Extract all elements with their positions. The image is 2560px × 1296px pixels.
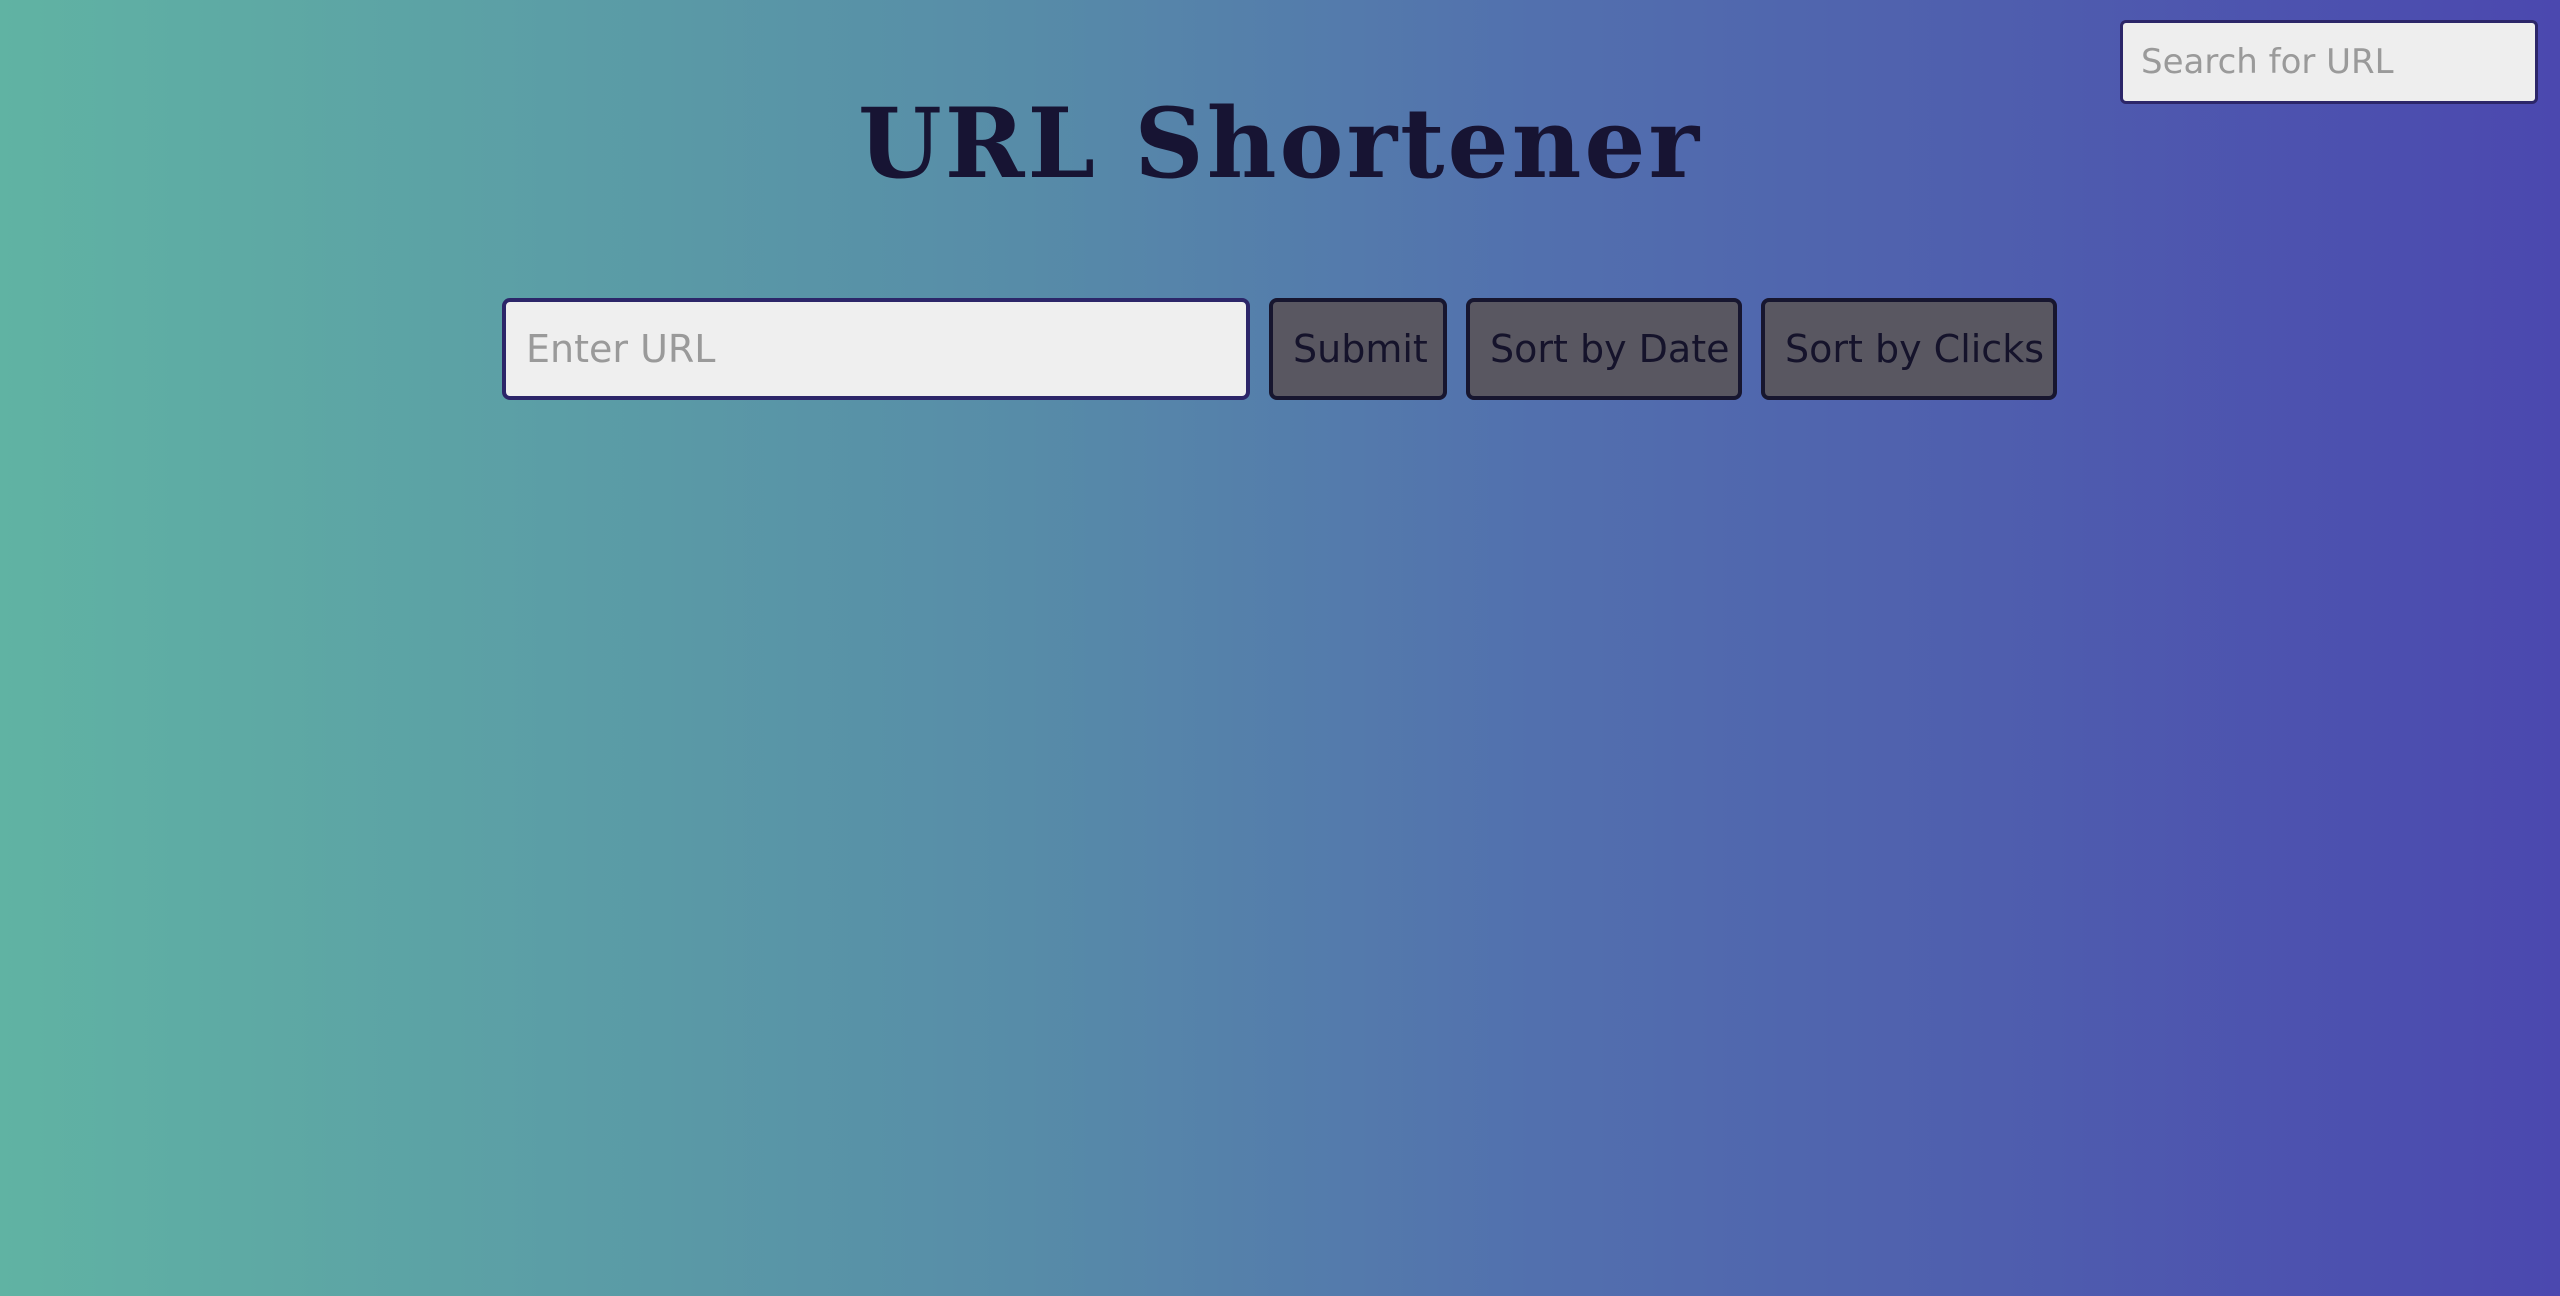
sort-by-date-button[interactable]: Sort by Date (1466, 298, 1742, 400)
url-form: Submit Sort by Date Sort by Clicks (502, 298, 2057, 400)
sort-by-clicks-button[interactable]: Sort by Clicks (1761, 298, 2057, 400)
url-input[interactable] (502, 298, 1250, 400)
page-title: URL Shortener (857, 87, 1703, 200)
submit-button[interactable]: Submit (1269, 298, 1447, 400)
